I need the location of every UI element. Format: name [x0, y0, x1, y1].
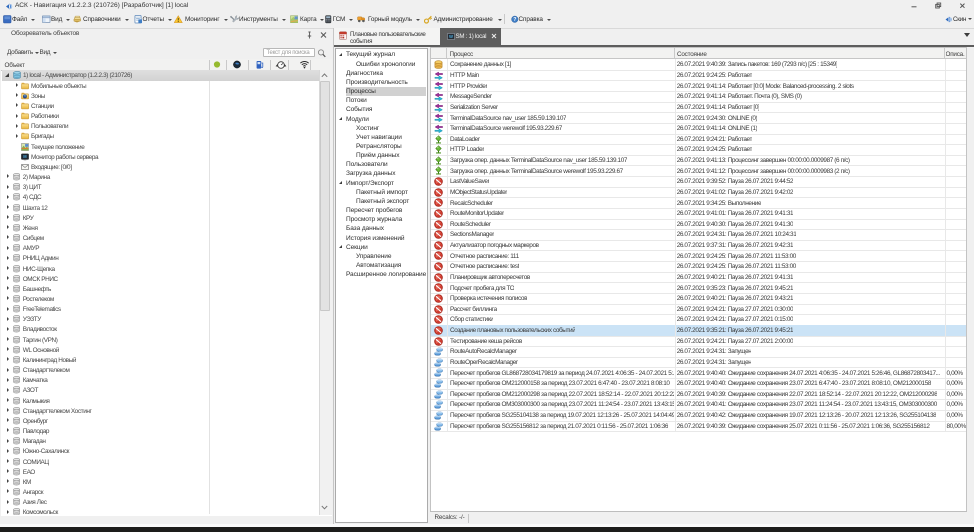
svg-text:M: M — [23, 154, 27, 159]
svg-text:W: W — [449, 34, 453, 39]
svg-text:?: ? — [513, 17, 516, 23]
